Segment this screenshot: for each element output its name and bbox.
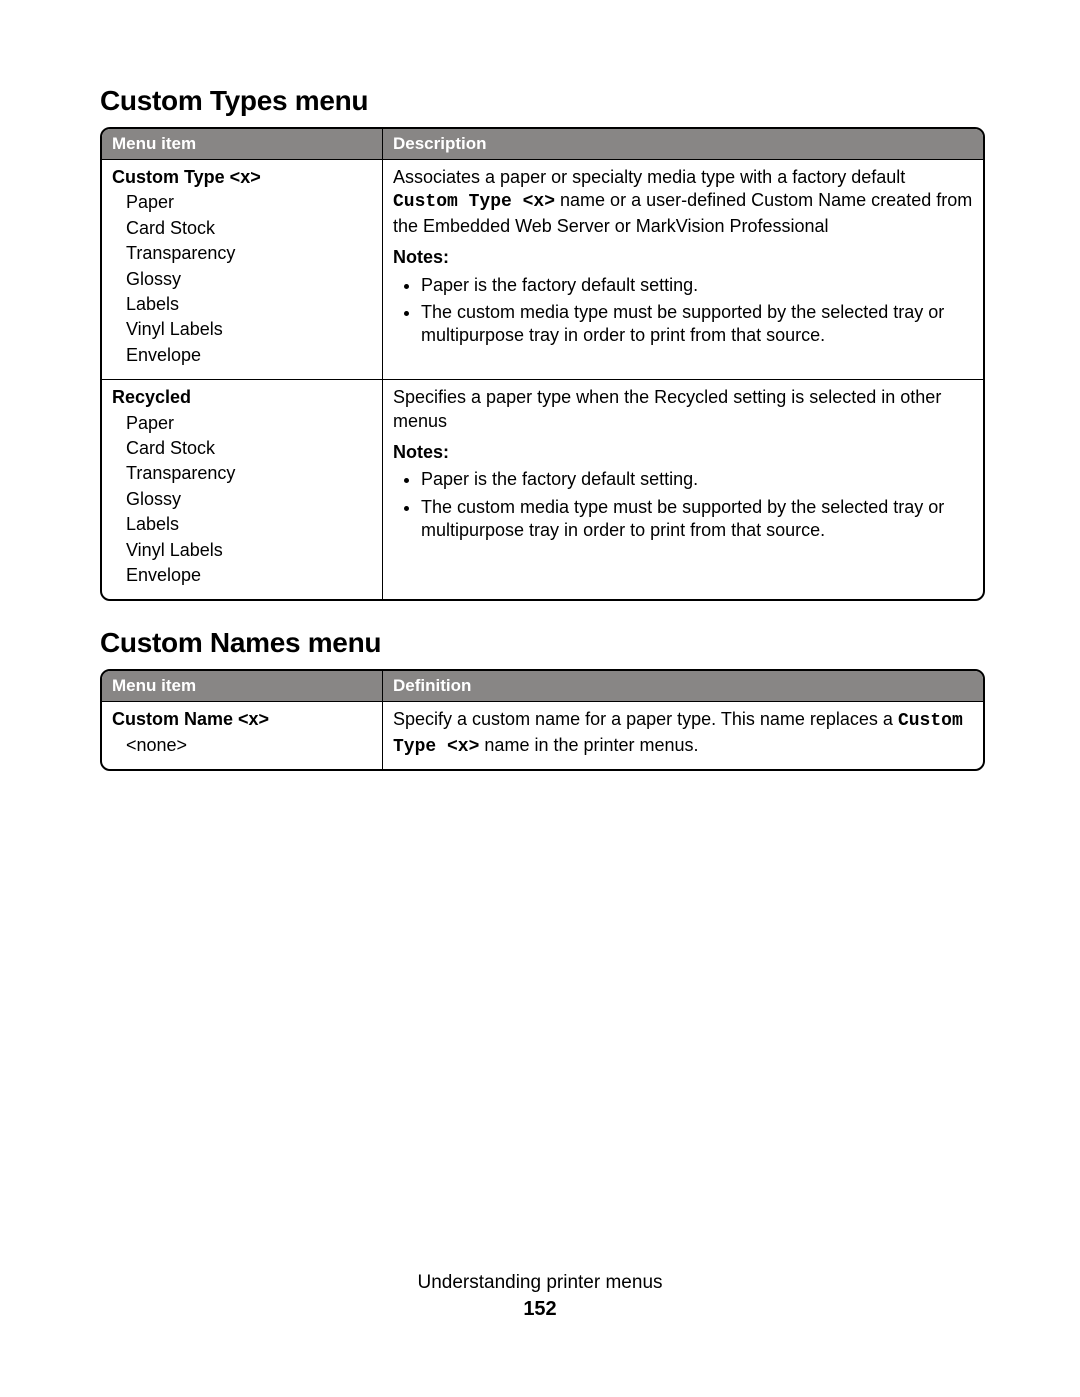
list-item: <none> [126,734,372,757]
custom-names-table: Menu item Definition Custom Name <x> <no… [100,669,985,771]
list-item: The custom media type must be supported … [421,301,973,348]
list-item: Card Stock [126,437,372,460]
text-fragment: Specify a custom name for a paper type. … [393,709,898,729]
list-item: Glossy [126,488,372,511]
description-cell: Associates a paper or specialty media ty… [383,159,983,379]
notes-list: Paper is the factory default setting. Th… [393,468,973,542]
list-item: The custom media type must be supported … [421,496,973,543]
menu-item-cell: Custom Type <x> Paper Card Stock Transpa… [102,159,383,379]
col-header-definition: Definition [383,671,983,701]
list-item: Card Stock [126,217,372,240]
table-row: Custom Type <x> Paper Card Stock Transpa… [102,159,983,379]
list-item: Labels [126,293,372,316]
option-list: Paper Card Stock Transparency Glossy Lab… [112,191,372,367]
section-heading-custom-types: Custom Types menu [100,85,985,117]
list-item: Vinyl Labels [126,539,372,562]
table-header-row: Menu item Definition [102,671,983,701]
menu-item-cell: Recycled Paper Card Stock Transparency G… [102,379,383,599]
section-custom-names: Custom Names menu Menu item Definition C… [100,627,985,771]
description-cell: Specifies a paper type when the Recycled… [383,379,983,599]
list-item: Envelope [126,344,372,367]
footer-title: Understanding printer menus [0,1272,1080,1294]
table-row: Recycled Paper Card Stock Transparency G… [102,379,983,599]
list-item: Labels [126,513,372,536]
text-fragment: name in the printer menus. [479,735,698,755]
list-item: Envelope [126,564,372,587]
col-header-menu-item: Menu item [102,671,383,701]
section-heading-custom-names: Custom Names menu [100,627,985,659]
menu-item-title: Recycled [112,386,372,409]
document-page: Custom Types menu Menu item Description … [0,0,1080,1397]
list-item: Paper [126,191,372,214]
description-text: Specifies a paper type when the Recycled… [393,386,973,433]
option-list: Paper Card Stock Transparency Glossy Lab… [112,412,372,588]
menu-item-title: Custom Type <x> [112,166,372,189]
menu-item-cell: Custom Name <x> <none> [102,701,383,769]
description-cell: Specify a custom name for a paper type. … [383,701,983,769]
table-header-row: Menu item Description [102,129,983,159]
list-item: Vinyl Labels [126,318,372,341]
text-fragment: Associates a paper or specialty media ty… [393,167,905,187]
col-header-menu-item: Menu item [102,129,383,159]
page-number: 152 [0,1298,1080,1321]
notes-label: Notes: [393,246,973,269]
list-item: Transparency [126,462,372,485]
list-item: Paper is the factory default setting. [421,274,973,297]
list-item: Glossy [126,268,372,291]
option-list: <none> [112,734,372,757]
col-header-description: Description [383,129,983,159]
list-item: Transparency [126,242,372,265]
page-footer: Understanding printer menus 152 [0,1272,1080,1321]
notes-list: Paper is the factory default setting. Th… [393,274,973,348]
list-item: Paper is the factory default setting. [421,468,973,491]
menu-item-title: Custom Name <x> [112,708,372,731]
notes-label: Notes: [393,441,973,464]
list-item: Paper [126,412,372,435]
table-row: Custom Name <x> <none> Specify a custom … [102,701,983,769]
code-fragment: Custom Type <x> [393,192,555,212]
description-text: Associates a paper or specialty media ty… [393,166,973,238]
custom-types-table: Menu item Description Custom Type <x> Pa… [100,127,985,601]
